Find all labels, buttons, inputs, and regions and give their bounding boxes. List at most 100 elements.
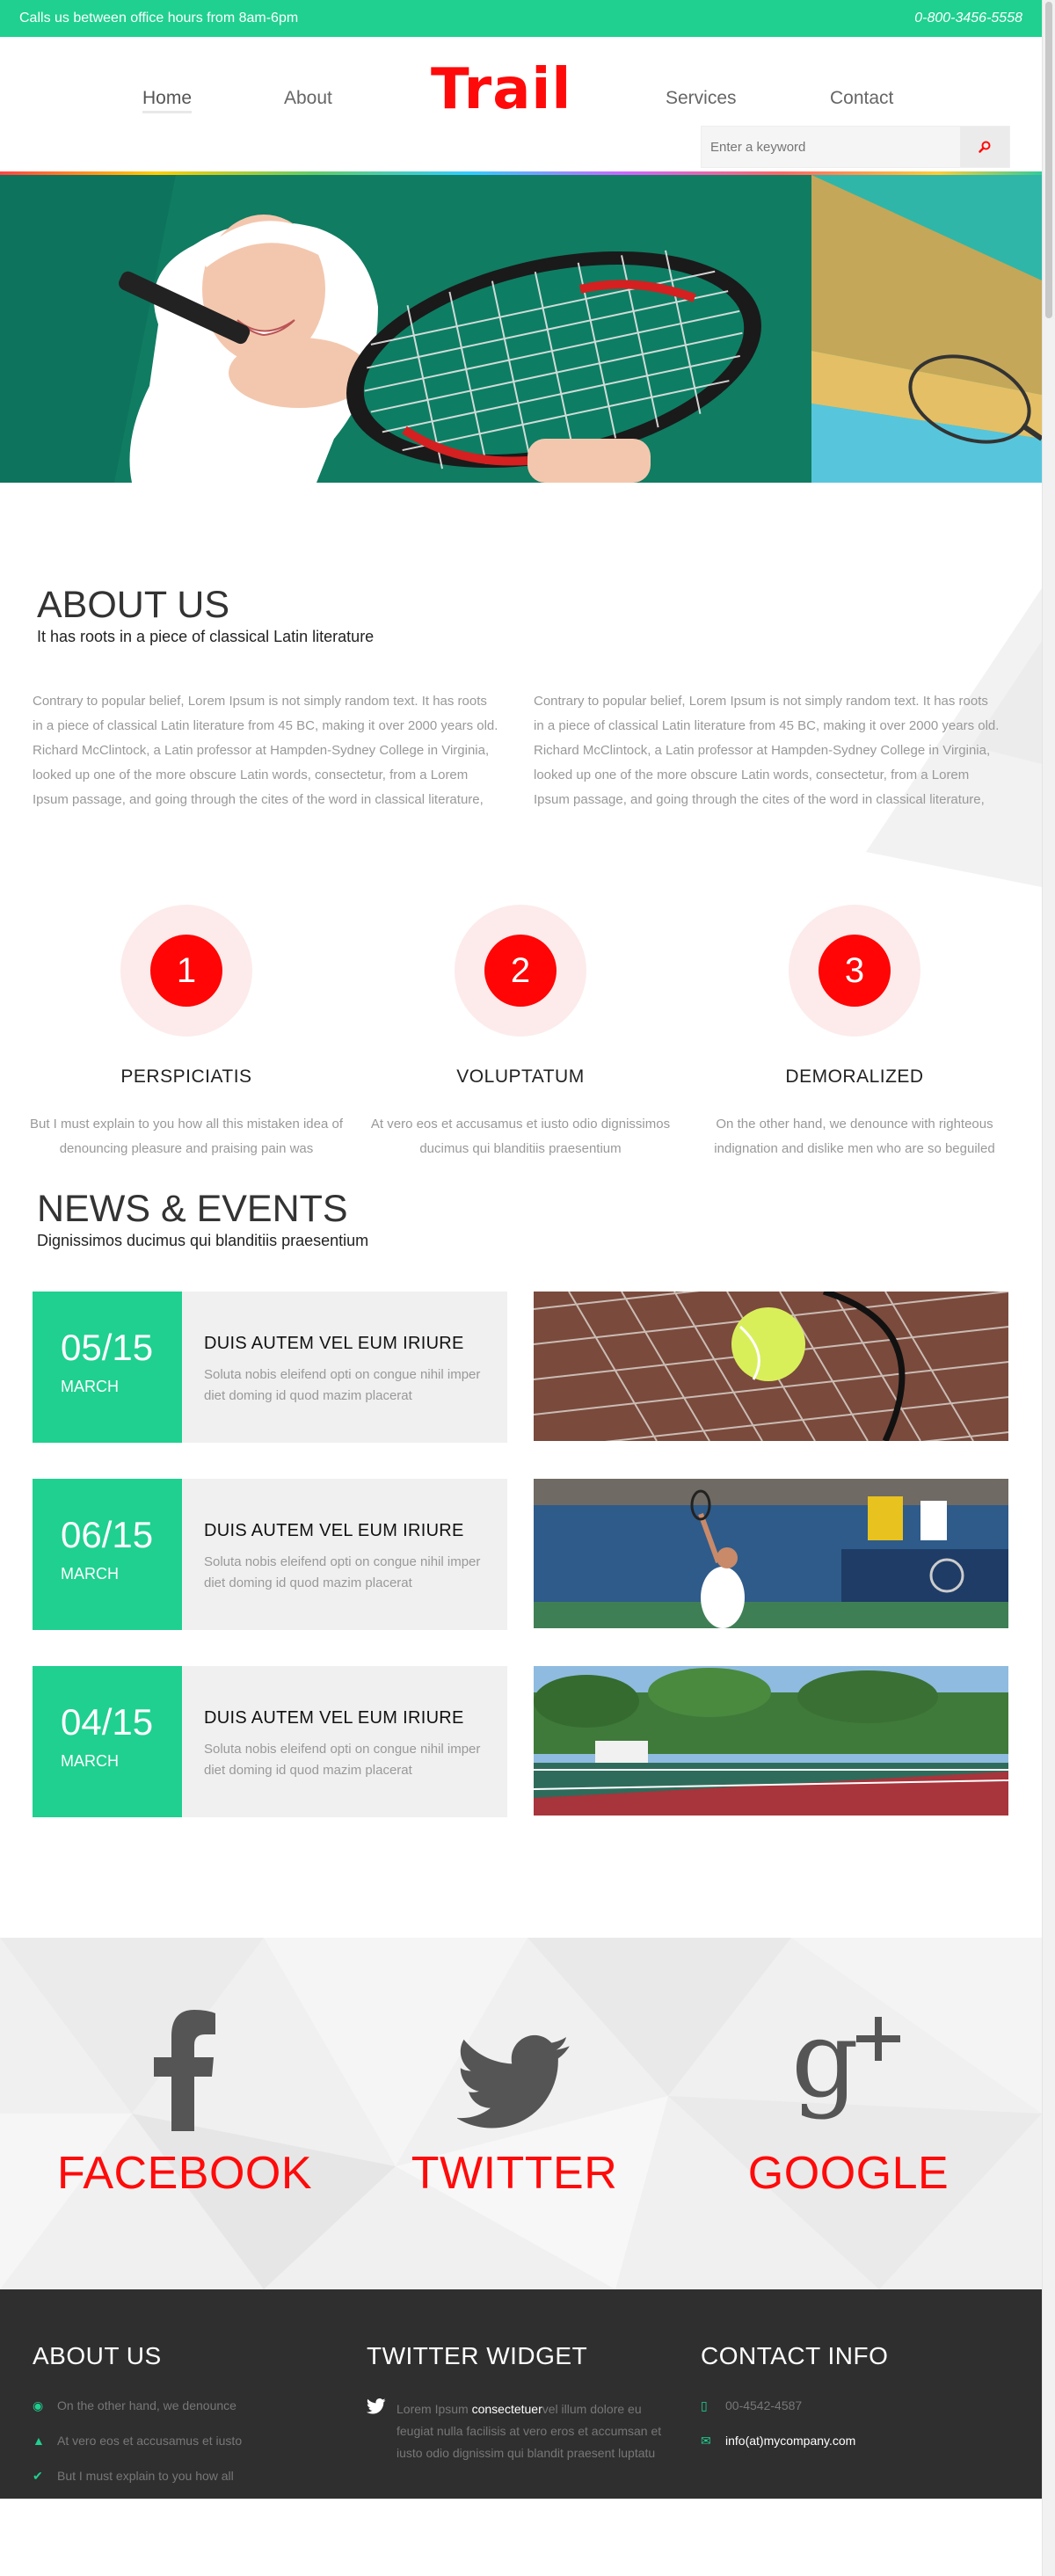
- feature-1: 1 PERSPICIATIS But I must explain to you…: [28, 905, 345, 1161]
- news-heading[interactable]: DUIS AUTEM VEL EUM IRIURE: [204, 1334, 464, 1354]
- google-link[interactable]: g GOOGLE: [690, 1990, 1007, 2200]
- feature-number-badge: 1: [120, 905, 252, 1037]
- news-heading[interactable]: DUIS AUTEM VEL EUM IRIURE: [204, 1521, 464, 1541]
- contact-email[interactable]: ✉ info(at)mycompany.com: [701, 2434, 1017, 2469]
- check-circle-icon: ✔: [33, 2469, 43, 2483]
- facebook-link[interactable]: FACEBOOK: [26, 1990, 343, 2200]
- trophy-icon: ▲: [33, 2434, 45, 2448]
- news-date: 04/15: [61, 1701, 154, 1743]
- gamepad-icon: ◉: [33, 2398, 44, 2412]
- feature-2: 2 VOLUPTATUM At vero eos et accusamus et…: [362, 905, 679, 1161]
- search-icon: [979, 141, 991, 153]
- footer-twitter-title: TWITTER WIDGET: [367, 2342, 588, 2369]
- about-paragraph-left: Contrary to popular belief, Lorem Ipsum …: [33, 694, 498, 807]
- search-button[interactable]: [960, 127, 1009, 167]
- contact-phone-text: 00-4542-4587: [725, 2398, 803, 2412]
- news-subtitle: Dignissimos ducimus qui blanditiis praes…: [37, 1232, 369, 1249]
- news-date-badge: 06/15 MARCH: [33, 1479, 182, 1630]
- news-date: 06/15: [61, 1514, 154, 1555]
- nav-services[interactable]: Services: [666, 88, 737, 109]
- twitter-widget: Lorem Ipsum consectetuervel illum dolore…: [366, 2398, 683, 2464]
- tennis-player-illustration: [0, 175, 811, 483]
- feature-text: But I must explain to you how all this m…: [29, 1117, 343, 1156]
- news-card-3[interactable]: 04/15 MARCH DUIS AUTEM VEL EUM IRIURE So…: [33, 1666, 507, 1817]
- footer-about-title: ABOUT US: [33, 2342, 162, 2369]
- nav-contact[interactable]: Contact: [830, 88, 893, 109]
- phone-number[interactable]: 0-800-3456-5558: [914, 11, 1022, 26]
- footer-about-item[interactable]: ▲ At vero eos et accusamus et iusto: [33, 2434, 349, 2469]
- news-excerpt: Soluta nobis eleifend opti on congue nih…: [204, 1367, 481, 1403]
- news-card-1[interactable]: 05/15 MARCH DUIS AUTEM VEL EUM IRIURE So…: [33, 1292, 507, 1443]
- twitter-label[interactable]: TWITTER: [356, 2147, 673, 2200]
- footer-about: ABOUT US ◉ On the other hand, we denounc…: [33, 2342, 349, 2504]
- google-label[interactable]: GOOGLE: [690, 2147, 1007, 2200]
- social-section: FACEBOOK TWITTER g GOOGLE: [0, 1938, 1042, 2289]
- scrollbar-thumb[interactable]: [1045, 2, 1052, 318]
- tweet-text-start: Lorem Ipsum: [397, 2402, 472, 2416]
- about-section: ABOUT US It has roots in a piece of clas…: [0, 483, 1042, 1195]
- search-box: [701, 126, 1010, 168]
- hero-image-side: [811, 175, 1042, 483]
- news-image-racket-ball[interactable]: [534, 1292, 1008, 1441]
- news-date-badge: 05/15 MARCH: [33, 1292, 182, 1443]
- office-hours-text: Calls us between office hours from 8am-6…: [19, 11, 299, 25]
- footer-about-item-text: At vero eos et accusamus et iusto: [57, 2434, 243, 2448]
- racket-ball-image: [534, 1292, 1008, 1441]
- logo[interactable]: Trail: [431, 62, 571, 118]
- feature-number-badge: 2: [455, 905, 586, 1037]
- news-card-2[interactable]: 06/15 MARCH DUIS AUTEM VEL EUM IRIURE So…: [33, 1479, 507, 1630]
- footer: ABOUT US ◉ On the other hand, we denounc…: [0, 2289, 1042, 2499]
- nav-about[interactable]: About: [284, 88, 332, 109]
- news-month: MARCH: [61, 1378, 119, 1395]
- news-section: NEWS & EVENTS Dignissimos ducimus qui bl…: [0, 1188, 1042, 1938]
- header: Home About Services Contact Trail: [0, 37, 1042, 171]
- footer-contact: CONTACT INFO ▯ 00-4542-4587 ✉ info(at)my…: [701, 2342, 1017, 2469]
- scrollbar[interactable]: [1042, 0, 1055, 2576]
- feature-title: DEMORALIZED: [785, 1066, 924, 1087]
- news-excerpt: Soluta nobis eleifend opti on congue nih…: [204, 1554, 481, 1590]
- top-bar: Calls us between office hours from 8am-6…: [0, 0, 1042, 37]
- about-paragraph-right: Contrary to popular belief, Lorem Ipsum …: [534, 694, 1000, 807]
- news-image-court[interactable]: [534, 1666, 1008, 1816]
- feature-text: At vero eos et accusamus et iusto odio d…: [370, 1117, 671, 1156]
- about-title: ABOUT US: [37, 584, 230, 626]
- feature-number: 2: [484, 935, 557, 1007]
- facebook-icon: [26, 1990, 343, 2131]
- hero-image-tennis-player: [0, 175, 811, 483]
- footer-twitter: TWITTER WIDGET Lorem Ipsum consectetuerv…: [366, 2342, 683, 2464]
- search-input[interactable]: [702, 127, 960, 167]
- racket-illustration: [811, 175, 1042, 483]
- tennis-serve-image: [534, 1479, 1008, 1628]
- google-plus-icon: g: [690, 1990, 1007, 2131]
- tweet-highlight-link[interactable]: consectetuer: [472, 2402, 542, 2416]
- news-title: NEWS & EVENTS: [37, 1188, 348, 1230]
- tennis-court-image: [534, 1666, 1008, 1816]
- news-date-badge: 04/15 MARCH: [33, 1666, 182, 1817]
- contact-phone[interactable]: ▯ 00-4542-4587: [701, 2398, 1017, 2434]
- news-heading[interactable]: DUIS AUTEM VEL EUM IRIURE: [204, 1708, 464, 1728]
- footer-about-item[interactable]: ✔ But I must explain to you how all: [33, 2469, 349, 2504]
- feature-number: 3: [819, 935, 891, 1007]
- hero-banner: [0, 175, 1042, 483]
- footer-about-item-text: On the other hand, we denounce: [57, 2398, 236, 2412]
- twitter-bird-icon: [366, 2398, 397, 2464]
- news-image-serve[interactable]: [534, 1479, 1008, 1628]
- twitter-link[interactable]: TWITTER: [356, 1990, 673, 2200]
- contact-list: ▯ 00-4542-4587 ✉ info(at)mycompany.com: [701, 2398, 1017, 2469]
- news-month: MARCH: [61, 1565, 119, 1583]
- about-subtitle: It has roots in a piece of classical Lat…: [37, 628, 375, 645]
- news-month: MARCH: [61, 1752, 119, 1770]
- feature-number-badge: 3: [789, 905, 920, 1037]
- footer-about-list: ◉ On the other hand, we denounce ▲ At ve…: [33, 2398, 349, 2504]
- envelope-icon: ✉: [701, 2434, 711, 2448]
- nav-home[interactable]: Home: [142, 88, 193, 113]
- footer-about-item-text: But I must explain to you how all: [57, 2469, 234, 2483]
- footer-about-item[interactable]: ◉ On the other hand, we denounce: [33, 2398, 349, 2434]
- feature-title: PERSPICIATIS: [120, 1066, 252, 1087]
- news-excerpt: Soluta nobis eleifend opti on congue nih…: [204, 1742, 481, 1778]
- feature-title: VOLUPTATUM: [456, 1066, 585, 1087]
- twitter-icon: [356, 1990, 673, 2131]
- tweet-text: Lorem Ipsum consectetuervel illum dolore…: [397, 2398, 669, 2464]
- facebook-label[interactable]: FACEBOOK: [26, 2147, 343, 2200]
- footer-contact-title: CONTACT INFO: [701, 2342, 889, 2369]
